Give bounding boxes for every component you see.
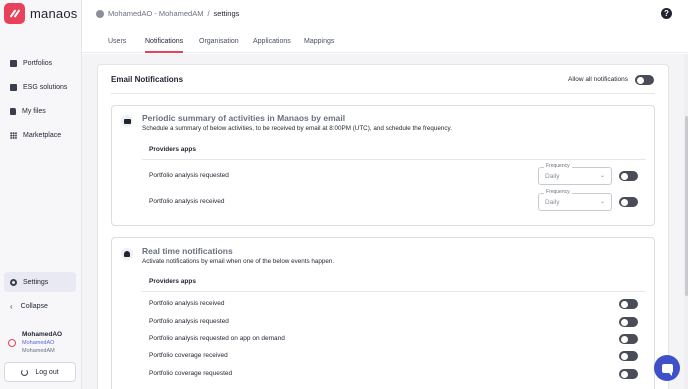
file-icon: [10, 107, 16, 115]
scrollbar[interactable]: [684, 54, 688, 389]
frequency-select[interactable]: Frequency Daily ⌄: [538, 163, 612, 185]
section-title: Periodic summary of activities in Manaos…: [142, 113, 346, 123]
sidebar-item-settings[interactable]: Settings: [4, 272, 76, 292]
breadcrumb: MohamedAO - MohamedAM / settings: [96, 9, 239, 18]
tab-users[interactable]: Users: [108, 38, 126, 51]
sidebar-item-label: Portfolios: [23, 59, 53, 67]
divider: [142, 159, 646, 160]
chat-button[interactable]: [654, 355, 680, 381]
grid-icon: [10, 131, 17, 139]
notification-toggle[interactable]: [619, 317, 638, 327]
chevron-left-icon: ‹: [10, 301, 13, 311]
divider: [142, 291, 646, 292]
esg-icon: [10, 83, 17, 91]
section-description: Activate notifications by email when one…: [142, 258, 335, 265]
email-notifications-card: Email Notifications Allow all notificati…: [97, 64, 669, 389]
sidebar-item-marketplace[interactable]: Marketplace: [4, 124, 76, 146]
row-label: Portfolio analysis requested on app on d…: [149, 335, 285, 342]
sidebar-item-label: ESG solutions: [23, 83, 68, 91]
select-value: Daily: [545, 199, 560, 206]
chevron-down-icon: ⌄: [599, 199, 605, 205]
providers-apps-label: Providers apps: [149, 278, 196, 285]
row-label: Portfolio analysis requested: [149, 172, 229, 179]
collapse-label: Collapse: [20, 302, 48, 310]
folder-icon: [10, 59, 17, 67]
notification-toggle[interactable]: [619, 171, 638, 181]
periodic-summary-section: Periodic summary of activities in Manaos…: [111, 105, 655, 226]
row-label: Portfolio coverage requested: [149, 370, 233, 377]
gear-icon: [10, 278, 17, 286]
divider: [111, 93, 655, 94]
frequency-select[interactable]: Frequency Daily ⌄: [538, 189, 612, 211]
logout-button[interactable]: Log out: [4, 362, 76, 382]
sidebar-item-label: Marketplace: [23, 131, 62, 139]
bell-icon: [121, 248, 133, 260]
user-handle: MohamedAO: [22, 340, 55, 346]
select-value: Daily: [545, 173, 560, 180]
tab-mappings[interactable]: Mappings: [304, 38, 334, 51]
settings-tabs: Users Notifications Organisation Applica…: [82, 29, 688, 53]
user-circle-icon: [96, 9, 104, 18]
section-description: Schedule a summary of below activities, …: [142, 125, 452, 132]
avatar: [8, 339, 16, 347]
user-name: MohamedAO: [22, 331, 63, 338]
breadcrumb-page: settings: [213, 9, 240, 18]
select-legend: Frequency: [544, 163, 572, 169]
row-label: Portfolio analysis received: [149, 198, 225, 205]
notification-toggle[interactable]: [619, 334, 638, 344]
sidebar-item-portfolios[interactable]: Portfolios: [4, 52, 76, 74]
notification-toggle[interactable]: [619, 197, 638, 207]
notification-toggle[interactable]: [619, 351, 638, 361]
breadcrumb-separator: /: [207, 9, 210, 18]
sidebar-item-my-files[interactable]: My files: [4, 100, 76, 122]
allow-all-label: Allow all notifications: [568, 76, 628, 83]
select-legend: Frequency: [544, 189, 572, 195]
logout-label: Log out: [35, 368, 59, 376]
breadcrumb-user[interactable]: MohamedAO - MohamedAM: [108, 9, 203, 18]
section-title: Real time notifications: [142, 246, 233, 256]
sidebar-nav: Portfolios ESG solutions My files Market…: [4, 52, 76, 148]
manaos-logo-icon: [4, 3, 25, 24]
row-label: Portfolio coverage received: [149, 352, 228, 359]
chevron-down-icon: ⌄: [599, 173, 605, 179]
tab-applications[interactable]: Applications: [253, 38, 291, 51]
tab-notifications[interactable]: Notifications: [145, 38, 184, 53]
app-name: manaos: [30, 6, 78, 21]
card-title: Email Notifications: [111, 75, 184, 84]
top-bar: MohamedAO - MohamedAM / settings ?: [82, 0, 688, 29]
providers-apps-label: Providers apps: [149, 146, 196, 153]
row-label: Portfolio analysis received: [149, 300, 225, 307]
power-icon: [21, 368, 29, 376]
notification-toggle[interactable]: [619, 369, 638, 379]
notification-toggle[interactable]: [619, 299, 638, 309]
user-org: MohamedAM: [22, 348, 55, 354]
app-logo[interactable]: manaos: [4, 3, 77, 24]
sidebar-item-label: Settings: [23, 278, 49, 286]
allow-all-toggle[interactable]: [635, 75, 654, 85]
sidebar-item-label: My files: [22, 107, 46, 115]
chat-icon: [661, 363, 673, 376]
collapse-button[interactable]: ‹ Collapse: [4, 297, 76, 315]
row-label: Portfolio analysis requested: [149, 318, 229, 325]
help-icon[interactable]: ?: [661, 8, 672, 19]
sidebar-item-esg-solutions[interactable]: ESG solutions: [4, 76, 76, 98]
sidebar: manaos Portfolios ESG solutions My files…: [0, 0, 82, 389]
tab-organisation[interactable]: Organisation: [199, 38, 239, 51]
real-time-notifications-section: Real time notifications Activate notific…: [111, 237, 655, 389]
mail-icon: [121, 115, 133, 127]
